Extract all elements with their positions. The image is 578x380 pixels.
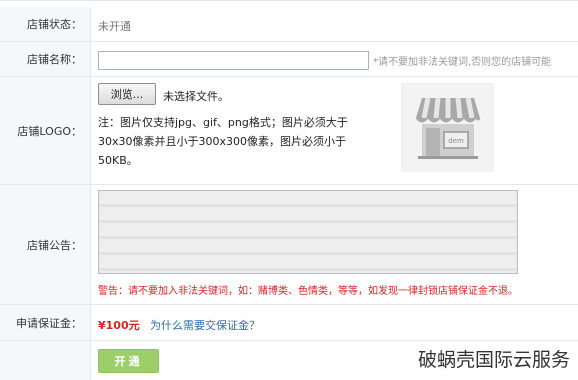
submit-row-label	[0, 341, 91, 380]
shop-logo-label: 店铺LOGO：	[0, 77, 91, 184]
storefront-icon: dem	[402, 84, 494, 172]
logo-note-line: 注：图片仅支持jpg、gif、png格式；图片必须大于	[98, 116, 348, 129]
shop-notice-textarea[interactable]	[98, 190, 518, 274]
open-shop-button[interactable]: 开通	[98, 349, 159, 373]
logo-note-line: 30x30像素并且小于300x300像素，图片必须小于	[98, 135, 347, 148]
watermark: 破蜗壳国际云服务	[415, 345, 572, 372]
shop-notice-label: 店铺公告：	[0, 185, 91, 304]
shop-name-input[interactable]	[98, 51, 369, 70]
row-shop-notice: 店铺公告： 警告：请不要加入非法关键词，如：赌博类、色情类，等等，如发现一律封锁…	[0, 185, 578, 305]
storefront-sign-text: dem	[448, 137, 464, 145]
logo-preview: dem	[401, 83, 494, 172]
logo-note-line: 50KB。	[98, 154, 138, 167]
row-shop-status: 店铺状态： 未开通	[0, 7, 578, 42]
row-shop-name: 店铺名称： *请不要加非法关键词,否则您的店铺可能	[0, 42, 578, 77]
shop-status-value: 未开通	[98, 20, 131, 33]
shop-status-label: 店铺状态：	[0, 7, 91, 41]
row-shop-logo: 店铺LOGO： 浏览... 未选择文件。 注：图片仅支持jpg、gif、png格…	[0, 77, 578, 185]
why-deposit-link[interactable]: 为什么需要交保证金？	[150, 317, 260, 333]
deposit-amount: ¥100元	[98, 319, 140, 332]
shop-name-label: 店铺名称：	[0, 42, 91, 76]
row-deposit: 申请保证金： ¥100元 为什么需要交保证金？	[0, 305, 578, 341]
shop-name-hint: *请不要加非法关键词,否则您的店铺可能	[373, 57, 552, 68]
file-status-text: 未选择文件。	[163, 90, 229, 103]
browse-button[interactable]: 浏览...	[98, 83, 156, 105]
shop-form: 店铺状态： 未开通 店铺名称： *请不要加非法关键词,否则您的店铺可能 店铺LO…	[0, 0, 578, 380]
logo-requirements-note: 注：图片仅支持jpg、gif、png格式；图片必须大于 30x30像素并且小于3…	[98, 113, 368, 170]
notice-warning: 警告：请不要加入非法关键词，如：赌博类、色情类，等等，如发现一律封锁店铺保证金不…	[98, 286, 518, 297]
deposit-label: 申请保证金：	[0, 305, 91, 340]
